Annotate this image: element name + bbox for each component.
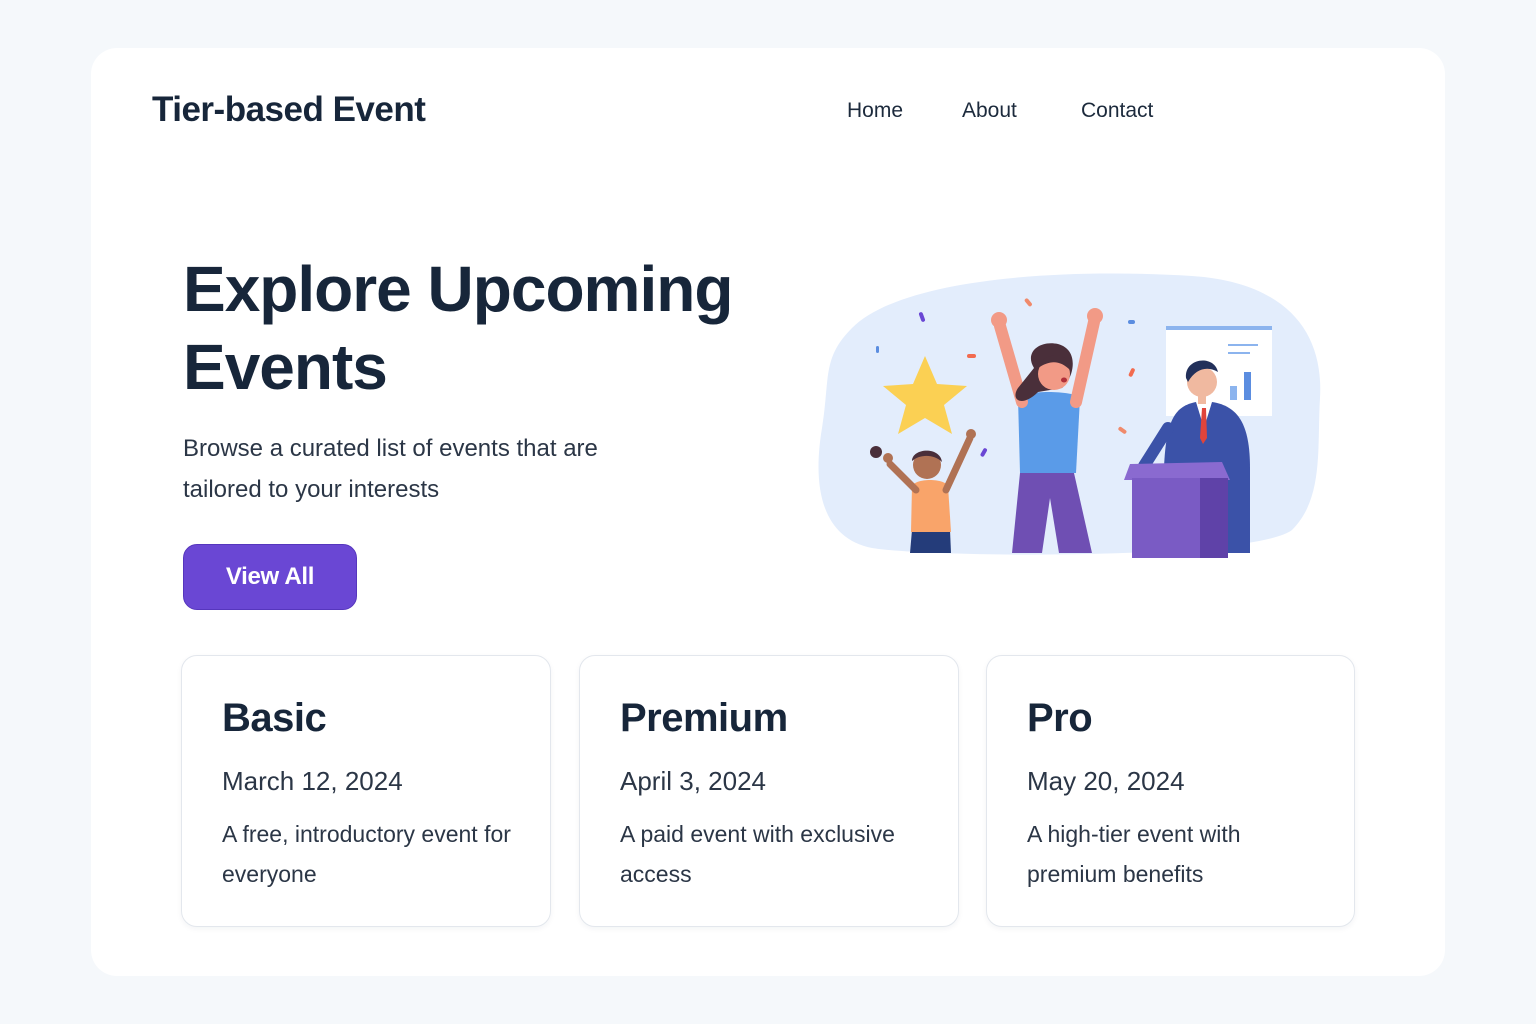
brand-title: Tier-based Event [152, 90, 426, 129]
tier-name: Basic [222, 696, 327, 740]
tier-description: A paid event with exclusive access [620, 821, 895, 887]
tier-description: A high-tier event with premium benefits [1027, 821, 1241, 887]
tier-card-basic[interactable]: Basic March 12, 2024 A free, introductor… [181, 655, 551, 927]
nav-home-link[interactable]: Home [847, 99, 903, 123]
hero-subtitle: Browse a curated list of events that are… [183, 435, 598, 503]
tier-name: Pro [1027, 696, 1093, 740]
tier-name: Premium [620, 696, 788, 740]
chart-board-icon [1166, 326, 1272, 416]
tier-card-pro[interactable]: Pro May 20, 2024 A high-tier event with … [986, 655, 1355, 927]
tier-card-premium[interactable]: Premium April 3, 2024 A paid event with … [579, 655, 959, 927]
tier-description: A free, introductory event for everyone [222, 821, 511, 887]
tier-date: May 20, 2024 [1027, 766, 1185, 796]
nav-contact-link[interactable]: Contact [1081, 99, 1153, 123]
tier-date: March 12, 2024 [222, 766, 403, 796]
event-illustration [812, 268, 1324, 558]
view-all-button[interactable]: View All [183, 544, 357, 610]
nav-about-link[interactable]: About [962, 99, 1017, 123]
hero-title: Explore Upcoming Events [183, 253, 733, 403]
tier-date: April 3, 2024 [620, 766, 766, 796]
